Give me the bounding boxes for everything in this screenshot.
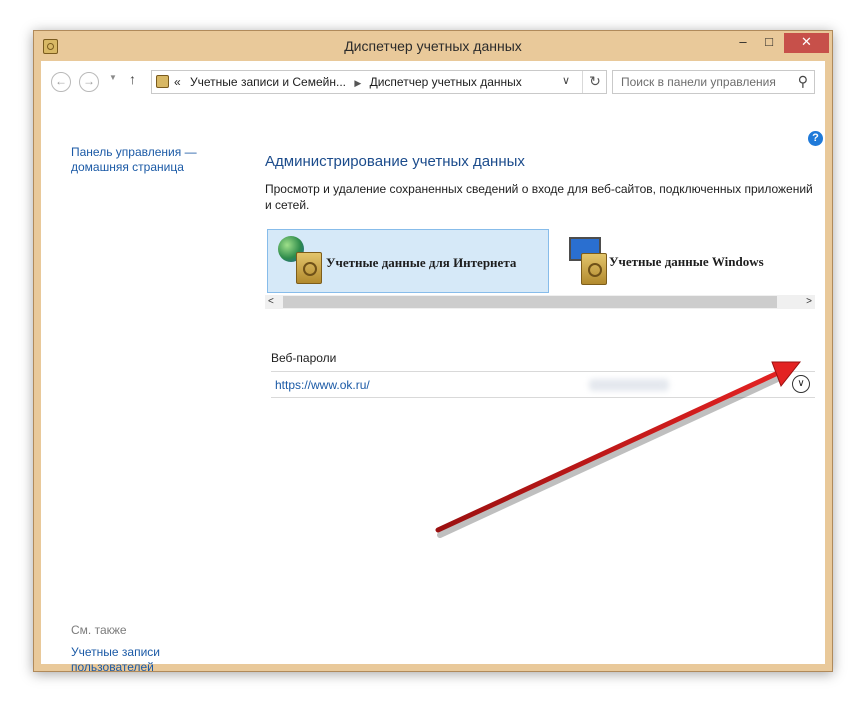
search-icon[interactable]: ⚲ [798, 73, 808, 90]
close-button[interactable]: ✕ [784, 33, 829, 53]
search-box[interactable]: Поиск в панели управления ⚲ [612, 70, 815, 94]
scroll-left-icon[interactable]: < [268, 295, 274, 309]
credential-manager-window: Диспетчер учетных данных – □ ✕ ← → ▼ ↑ «… [33, 30, 833, 674]
web-credentials-tab[interactable]: Учетные данные для Интернета [267, 229, 549, 293]
credential-type-selector: Учетные данные для Интернета Учетные дан… [265, 229, 815, 311]
back-button[interactable]: ← [51, 72, 71, 92]
refresh-icon[interactable]: ↻ [582, 71, 607, 93]
user-accounts-link[interactable]: Учетные записи пользователей [71, 645, 221, 675]
maximize-button[interactable]: □ [756, 33, 782, 53]
scroll-right-icon[interactable]: > [806, 295, 812, 309]
search-input[interactable]: Поиск в панели управления [621, 75, 776, 89]
vault-icon [156, 75, 169, 88]
recent-locations-dropdown-icon[interactable]: ▼ [109, 73, 117, 82]
see-also-label: См. также [71, 623, 127, 637]
minimize-button[interactable]: – [730, 33, 756, 53]
web-passwords-heading: Веб-пароли [271, 351, 337, 365]
breadcrumb: « Учетные записи и Семейн... ▶ Диспетчер… [174, 75, 522, 89]
page-title: Администрирование учетных данных [265, 153, 525, 170]
navigation-bar: ← → ▼ ↑ « Учетные записи и Семейн... ▶ Д… [41, 61, 825, 101]
control-panel-home-link[interactable]: Панель управления — домашняя страница [71, 145, 221, 175]
credential-row[interactable]: https://www.ok.ru/ ∨ [271, 371, 815, 398]
chevron-down-icon[interactable]: ∨ [562, 74, 570, 87]
title-bar[interactable]: Диспетчер учетных данных – □ ✕ [34, 31, 832, 61]
scrollbar-thumb[interactable] [283, 296, 777, 308]
up-button[interactable]: ↑ [129, 71, 136, 87]
safe-icon [581, 253, 607, 285]
window-title: Диспетчер учетных данных [344, 38, 522, 54]
chevron-right-icon[interactable]: ▶ [354, 78, 361, 88]
window-content: ← → ▼ ↑ « Учетные записи и Семейн... ▶ Д… [41, 61, 825, 674]
address-bar[interactable]: « Учетные записи и Семейн... ▶ Диспетчер… [151, 70, 607, 94]
breadcrumb-overflow[interactable]: « [174, 75, 181, 89]
forward-button[interactable]: → [79, 72, 99, 92]
breadcrumb-item-accounts[interactable]: Учетные записи и Семейн... [190, 75, 346, 89]
web-credentials-label: Учетные данные для Интернета [326, 255, 517, 270]
horizontal-scrollbar[interactable]: < > [265, 295, 815, 309]
help-icon[interactable]: ? [808, 131, 823, 146]
windows-credentials-tab[interactable]: Учетные данные Windows [559, 229, 815, 291]
credential-url: https://www.ok.ru/ [275, 378, 370, 392]
blurred-username [589, 379, 669, 391]
expand-chevron-icon[interactable]: ∨ [792, 375, 810, 393]
safe-icon [296, 252, 322, 284]
breadcrumb-item-credential-manager[interactable]: Диспетчер учетных данных [370, 75, 522, 89]
page-description: Просмотр и удаление сохраненных сведений… [265, 182, 813, 212]
windows-credentials-label: Учетные данные Windows [609, 254, 764, 269]
